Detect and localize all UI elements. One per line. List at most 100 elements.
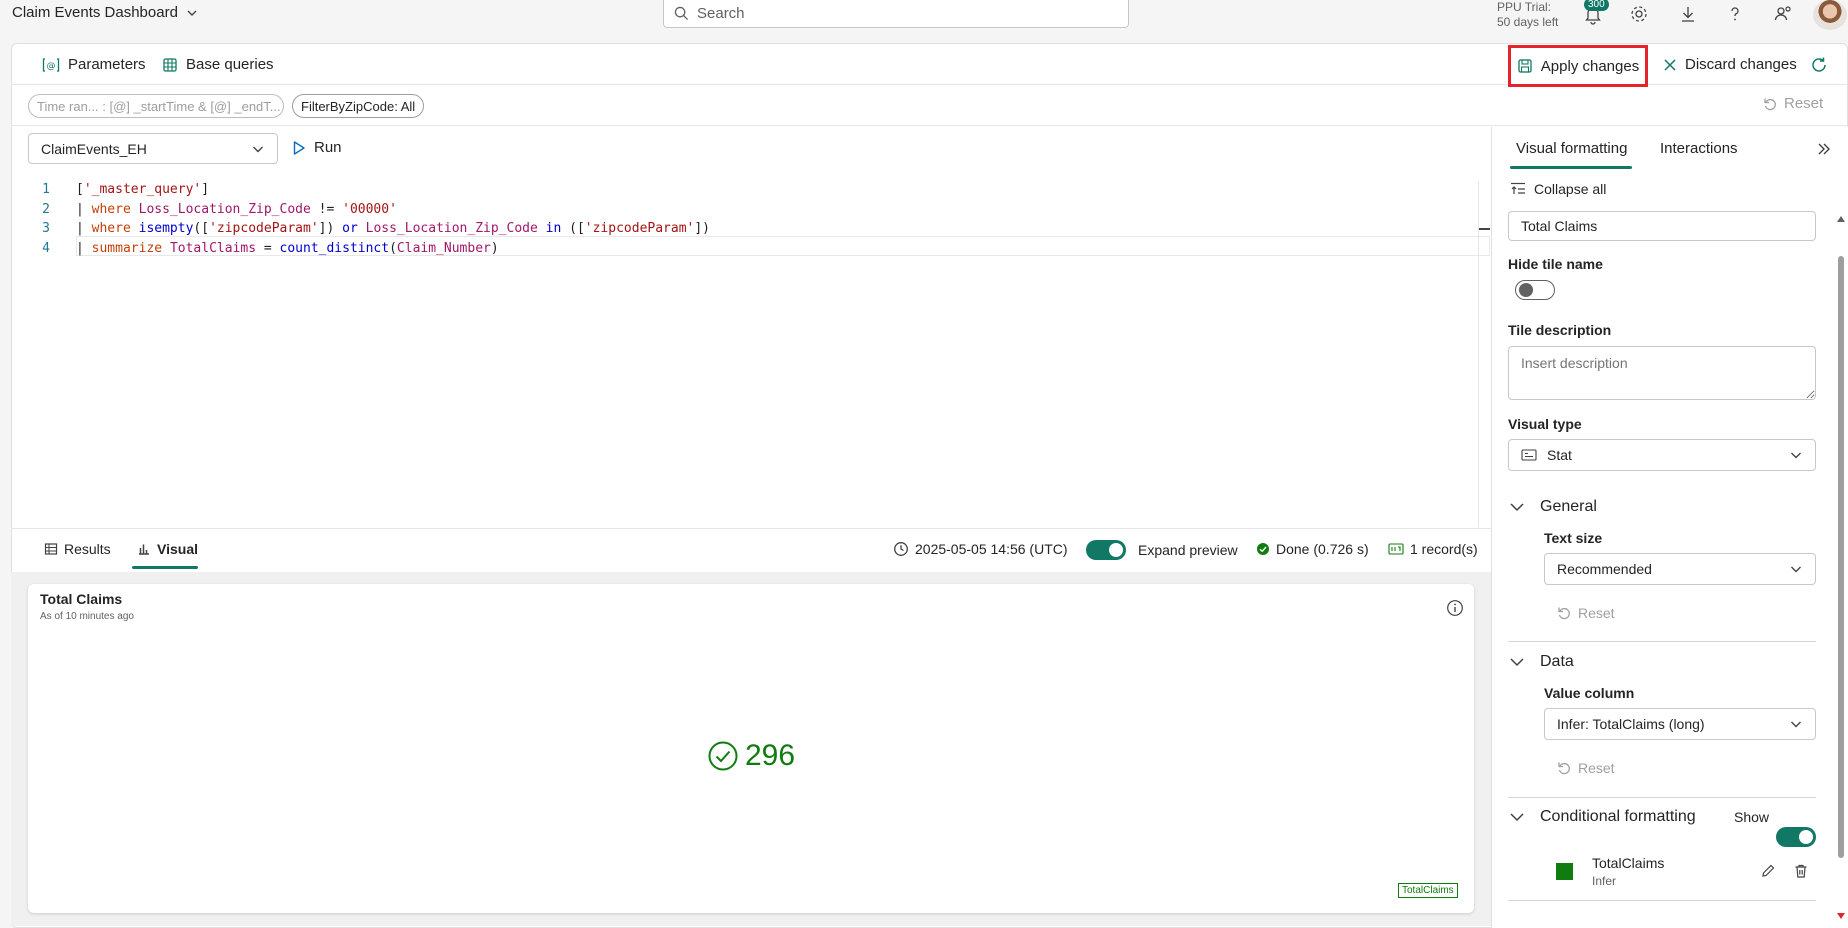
run-query-button[interactable]: Run	[292, 139, 342, 156]
conditional-formatting-title: Conditional formatting	[1540, 808, 1696, 825]
expand-preview-switch[interactable]	[1086, 540, 1126, 560]
reset-filters-button[interactable]: Reset	[1762, 95, 1823, 112]
parameters-label: Parameters	[68, 56, 146, 73]
conditional-formatting-show-switch[interactable]	[1776, 827, 1816, 847]
tab-visual[interactable]: Visual	[137, 541, 198, 557]
record-count: 1 record(s)	[1388, 541, 1478, 557]
dashboard-title-menu[interactable]: Claim Events Dashboard	[12, 4, 198, 21]
reset-filters-label: Reset	[1784, 95, 1824, 112]
code-token: TotalClaims	[169, 240, 257, 256]
text-size-value: Recommended	[1557, 561, 1652, 577]
value-column-select[interactable]: Infer: TotalClaims (long)	[1544, 708, 1816, 740]
editor-scrollbar[interactable]	[1478, 181, 1492, 527]
edit-pencil-icon[interactable]	[1760, 863, 1776, 879]
tab-results[interactable]: Results	[44, 541, 111, 557]
zip-code-filter-pill[interactable]: FilterByZipCode: All	[292, 94, 425, 118]
base-queries-label: Base queries	[186, 56, 274, 73]
collapse-pane-icon[interactable]	[1816, 141, 1832, 157]
tile-description-label: Tile description	[1508, 322, 1612, 338]
close-icon	[1663, 58, 1677, 72]
tile-description-input[interactable]	[1508, 346, 1816, 400]
query-editor[interactable]: 1 ['_master_query'] 2 | where Loss_Location…	[14, 180, 1490, 258]
general-section-header[interactable]: General	[1508, 498, 1597, 516]
time-range-filter-text: Time ran... : [@] _startTime & [@] _endT…	[37, 98, 281, 114]
filter-bar	[11, 86, 1848, 126]
tab-visual-label: Visual	[157, 541, 198, 557]
code-token: Loss_Location_Zip_Code	[365, 221, 538, 237]
undo-icon	[1556, 605, 1572, 621]
tab-visual-formatting[interactable]: Visual formatting	[1516, 140, 1627, 157]
line-number: 4	[42, 240, 50, 256]
refresh-icon[interactable]	[1809, 55, 1829, 75]
bar-chart-icon	[137, 542, 151, 556]
code-token: ([	[193, 221, 210, 237]
undo-icon	[1556, 760, 1572, 776]
trial-days-left: 50 days left	[1497, 15, 1559, 29]
code-token: Loss_Location_Zip_Code	[138, 201, 311, 217]
code-line[interactable]: 3 | where isempty(['zipcodeParam']) or Lo…	[14, 219, 1490, 239]
delete-trash-icon[interactable]	[1793, 863, 1809, 879]
base-queries-button[interactable]: Base queries	[162, 56, 274, 73]
user-avatar[interactable]	[1813, 0, 1847, 30]
parameters-icon: @	[42, 57, 60, 73]
chevron-down-icon	[1789, 717, 1803, 731]
code-token: |	[76, 221, 92, 237]
database-select[interactable]: ClaimEvents_EH	[28, 133, 278, 164]
scroll-down-arrow-icon[interactable]	[1836, 912, 1846, 920]
value-column-legend: TotalClaims	[1398, 883, 1458, 898]
text-size-select[interactable]: Recommended	[1544, 553, 1816, 585]
search-box[interactable]: Search	[663, 0, 1129, 28]
pane-scrollbar-thumb[interactable]	[1838, 256, 1844, 858]
value-column-reset-label: Reset	[1578, 760, 1615, 776]
expand-preview-label: Expand preview	[1138, 542, 1238, 558]
code-line[interactable]: 4 | summarize TotalClaims = count_distinc…	[14, 239, 1490, 259]
download-icon[interactable]	[1677, 3, 1699, 25]
settings-gear-icon[interactable]	[1628, 3, 1650, 25]
apply-changes-button[interactable]: Apply changes	[1508, 45, 1648, 87]
expand-preview-toggle[interactable]: Expand preview	[1086, 540, 1238, 560]
code-token: ])	[318, 221, 343, 237]
share-people-icon[interactable]	[1772, 3, 1794, 25]
last-run-time: 2025-05-05 14:56 (UTC)	[893, 541, 1068, 557]
code-token: where	[91, 201, 131, 217]
discard-changes-label: Discard changes	[1685, 56, 1797, 73]
collapse-all-icon	[1510, 182, 1526, 196]
chevron-down-icon	[1508, 808, 1526, 826]
time-range-filter-pill[interactable]: Time ran... : [@] _startTime & [@] _endT…	[28, 94, 284, 118]
code-token: [	[76, 182, 84, 198]
code-line[interactable]: 1 ['_master_query']	[14, 180, 1490, 200]
data-section-header[interactable]: Data	[1508, 653, 1574, 671]
code-token: |	[76, 201, 92, 217]
parameters-button[interactable]: @ Parameters	[42, 56, 146, 73]
last-run-timestamp: 2025-05-05 14:56 (UTC)	[915, 541, 1068, 557]
collapse-all-button[interactable]: Collapse all	[1510, 181, 1606, 197]
record-count-text: 1 record(s)	[1410, 541, 1478, 557]
record-count-icon	[1388, 543, 1404, 555]
chevron-down-icon	[186, 7, 198, 19]
table-grid-icon	[162, 57, 178, 73]
tab-results-label: Results	[64, 541, 111, 557]
scroll-up-arrow-icon[interactable]	[1836, 215, 1846, 223]
text-size-reset-button[interactable]: Reset	[1556, 605, 1615, 621]
tab-interactions[interactable]: Interactions	[1660, 140, 1738, 157]
tile-name-input[interactable]: Total Claims	[1508, 211, 1816, 241]
line-number: 1	[42, 182, 50, 198]
code-token: )	[490, 240, 499, 256]
value-column-reset-button[interactable]: Reset	[1556, 760, 1615, 776]
info-icon[interactable]	[1446, 599, 1464, 617]
discard-changes-button[interactable]: Discard changes	[1663, 56, 1797, 73]
help-icon[interactable]	[1724, 3, 1746, 25]
hide-tile-name-switch[interactable]	[1515, 280, 1555, 300]
line-number: 3	[42, 221, 50, 237]
database-select-value: ClaimEvents_EH	[41, 140, 147, 157]
conditional-formatting-header[interactable]: Conditional formatting	[1508, 808, 1696, 826]
value-column-label: Value column	[1544, 685, 1635, 701]
visual-type-select[interactable]: Stat	[1508, 439, 1816, 471]
code-line[interactable]: 2 | where Loss_Location_Zip_Code != '0000…	[14, 200, 1490, 220]
stat-card-icon	[1521, 449, 1537, 461]
